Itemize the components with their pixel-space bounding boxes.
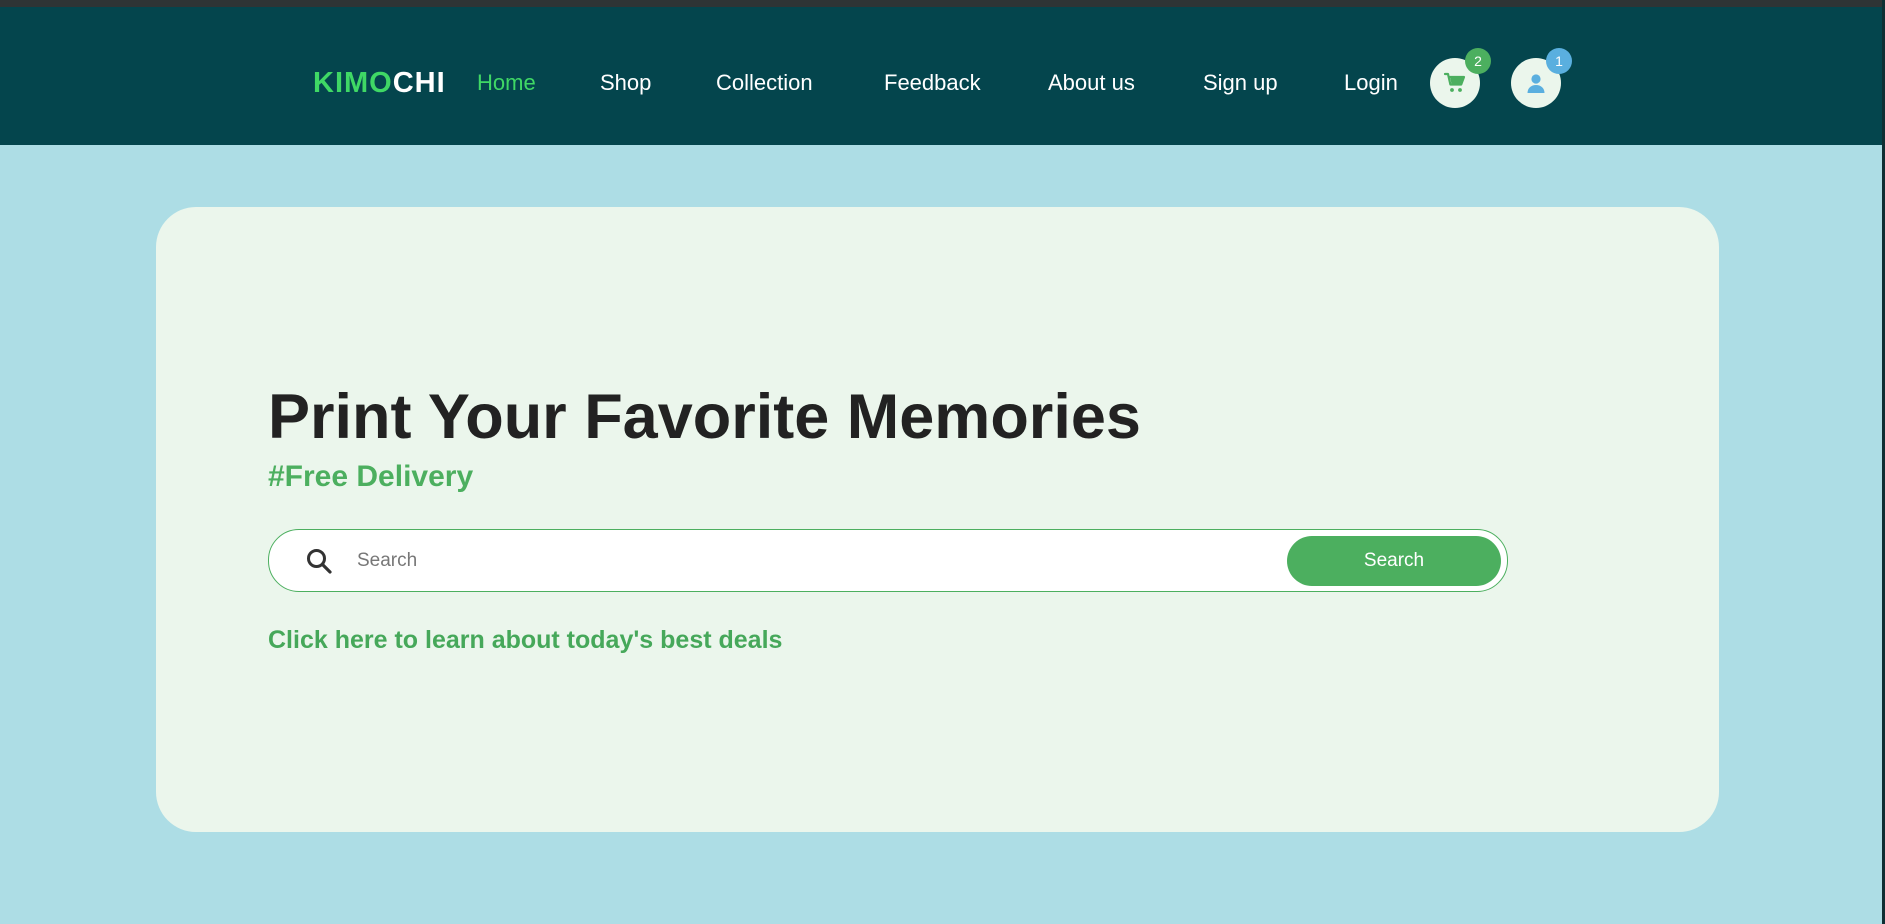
user-icon: [1527, 74, 1545, 93]
nav-link-login[interactable]: Login: [1344, 68, 1398, 98]
hero-card: Print Your Favorite Memories #Free Deliv…: [156, 207, 1719, 832]
user-notification-badge: 1: [1546, 48, 1572, 74]
nav-link-feedback[interactable]: Feedback: [884, 68, 981, 98]
search-input[interactable]: [355, 542, 959, 580]
nav-link-home[interactable]: Home: [477, 68, 536, 98]
brand-logo[interactable]: KIMOCHI: [313, 65, 446, 101]
cart-count-badge: 2: [1465, 48, 1491, 74]
search-button[interactable]: Search: [1287, 536, 1501, 586]
search-icon: [307, 549, 332, 574]
nav-link-sign-up[interactable]: Sign up: [1203, 68, 1278, 98]
user-button[interactable]: 1: [1511, 48, 1572, 108]
best-deals-link[interactable]: Click here to learn about today's best d…: [268, 623, 782, 657]
navbar: KIMOCHI Home Shop Collection Feedback Ab…: [0, 7, 1882, 145]
nav-link-collection[interactable]: Collection: [716, 68, 813, 98]
hero-title: Print Your Favorite Memories: [268, 382, 1141, 452]
nav-link-shop[interactable]: Shop: [600, 68, 651, 98]
search-bar: Search: [268, 529, 1508, 592]
brand-logo-part2: CHI: [392, 67, 446, 99]
hero-subtitle: #Free Delivery: [268, 460, 474, 493]
cart-icon: [1443, 72, 1466, 92]
browser-top-edge: [0, 0, 1885, 7]
brand-logo-part1: KIMO: [313, 67, 393, 99]
cart-button[interactable]: 2: [1430, 48, 1491, 108]
nav-link-about-us[interactable]: About us: [1048, 68, 1135, 98]
